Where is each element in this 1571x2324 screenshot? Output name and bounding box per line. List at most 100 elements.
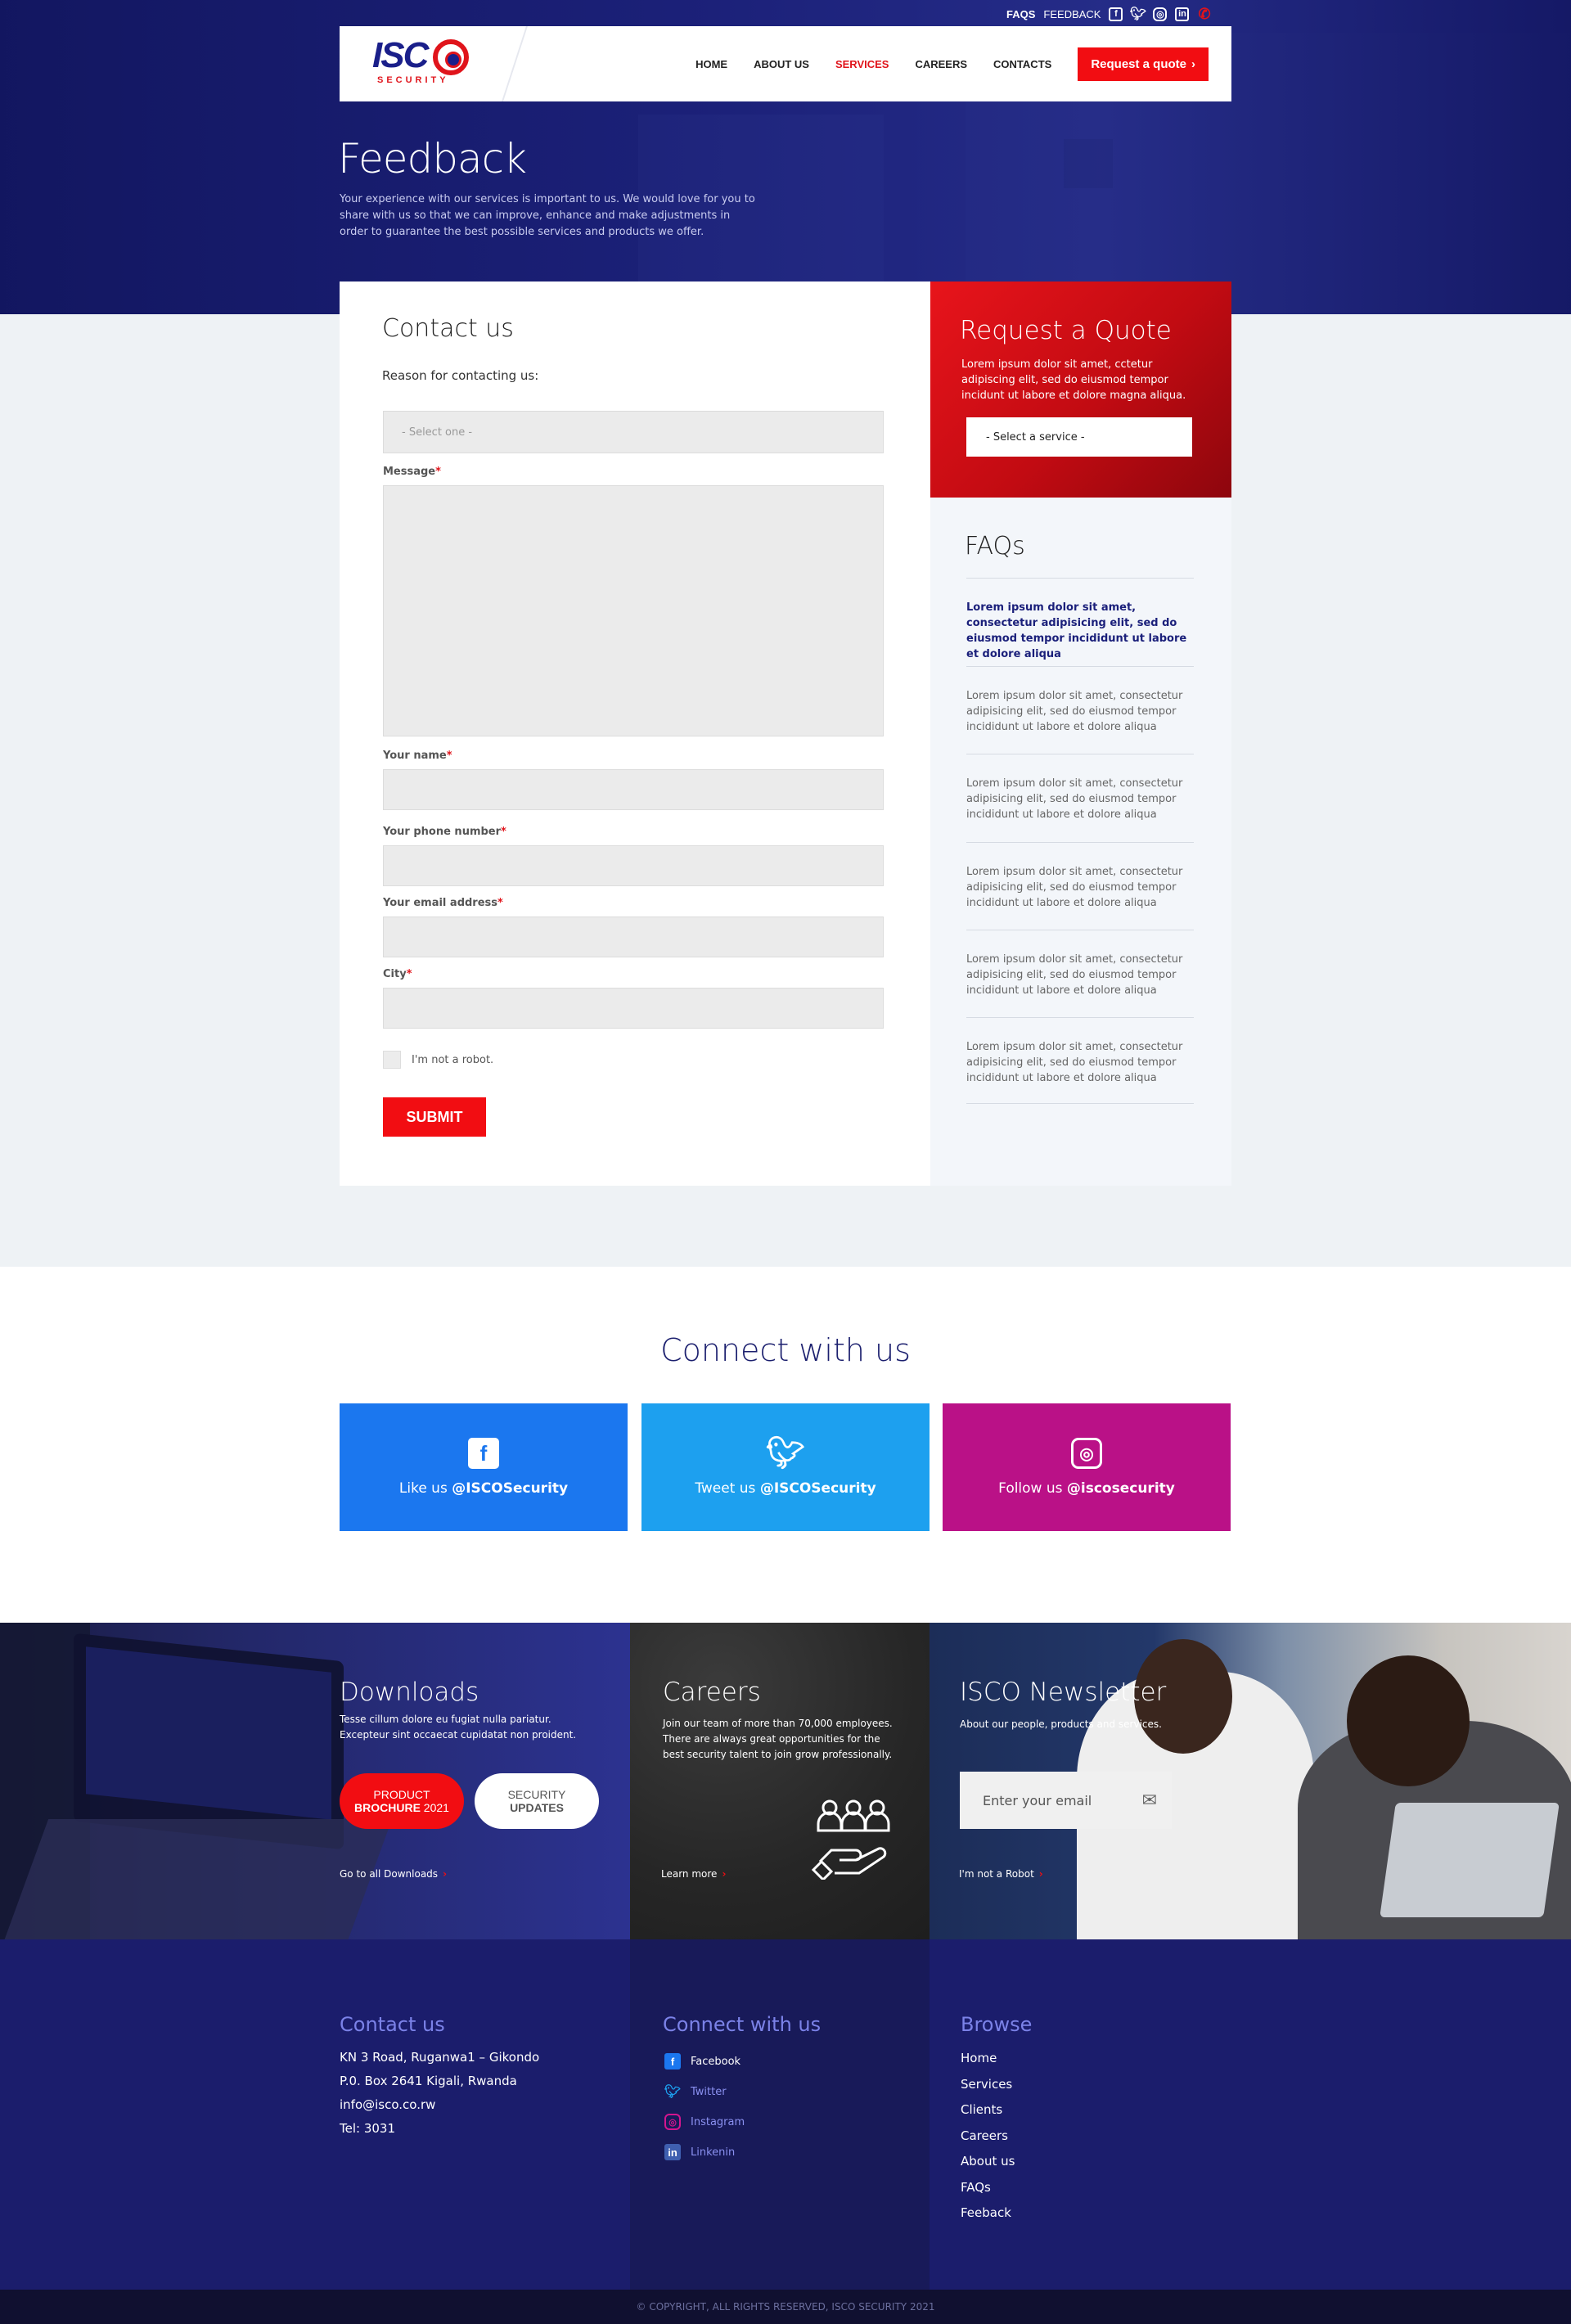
photo-laptop-shape bbox=[1380, 1803, 1560, 1917]
name-input[interactable] bbox=[383, 769, 884, 810]
footer-link-feedback[interactable]: Feeback bbox=[961, 2200, 1015, 2227]
footer-email[interactable]: info@isco.co.rw bbox=[340, 2093, 539, 2117]
footer-instagram-link[interactable]: ◎ Instagram bbox=[664, 2114, 745, 2130]
security-updates-button[interactable]: SECURITY UPDATES bbox=[475, 1773, 599, 1829]
careers-learn-more-link[interactable]: Learn more › bbox=[661, 1868, 726, 1880]
copyright-bar: © COPYRIGHT, ALL RIGHTS RESERVED, ISCO S… bbox=[0, 2290, 1571, 2324]
envelope-icon[interactable]: ✉ bbox=[1142, 1790, 1157, 1811]
downloads-text: Tesse cillum dolore eu fugiat nulla pari… bbox=[340, 1714, 577, 1741]
nav-careers[interactable]: CAREERS bbox=[915, 58, 967, 70]
email-input[interactable] bbox=[383, 917, 884, 957]
faq-divider bbox=[966, 1103, 1194, 1104]
newsletter-robot-link[interactable]: I'm not a Robot › bbox=[959, 1868, 1043, 1880]
footer-link-faqs[interactable]: FAQs bbox=[961, 2175, 1015, 2201]
nav-about-us[interactable]: ABOUT US bbox=[754, 58, 809, 70]
top-utility-bar: FAQs FEEDBACK f 🐦︎ ◎ in ✆ bbox=[1006, 5, 1211, 23]
city-label: City* bbox=[383, 968, 412, 980]
link-label: Learn more bbox=[661, 1868, 718, 1880]
submit-button[interactable]: SUBMIT bbox=[383, 1097, 486, 1137]
quote-title: Request a Quote bbox=[960, 316, 1172, 345]
site-footer: Contact us KN 3 Road, Ruganwa1 – Gikondo… bbox=[0, 1939, 1571, 2290]
faq-item[interactable]: Lorem ipsum dolor sit amet, consectetur … bbox=[966, 842, 1194, 911]
footer-browse-links: Home Services Clients Careers About us F… bbox=[961, 2046, 1015, 2227]
feedback-link[interactable]: FEEDBACK bbox=[1043, 8, 1101, 20]
connect-title: Connect with us bbox=[660, 1332, 911, 1368]
newsletter-email-input[interactable]: Enter your email ✉ bbox=[960, 1772, 1172, 1829]
photo-person-head bbox=[1347, 1655, 1470, 1786]
service-select[interactable]: - Select a service - bbox=[966, 417, 1192, 457]
footer-twitter-link[interactable]: 🐦︎ Twitter bbox=[664, 2083, 727, 2100]
product-brochure-button[interactable]: PRODUCT BROCHURE 2021 bbox=[340, 1773, 464, 1829]
pill-label: SECURITY bbox=[507, 1788, 566, 1801]
footer-link-home[interactable]: Home bbox=[961, 2046, 1015, 2072]
message-textarea[interactable] bbox=[383, 485, 884, 736]
nav-contacts[interactable]: CONTACTS bbox=[993, 58, 1051, 70]
connect-section: Connect with us f Like us @ISCOSecurity … bbox=[0, 1267, 1571, 1623]
city-input[interactable] bbox=[383, 988, 884, 1029]
page-title: Feedback bbox=[338, 135, 527, 182]
footer-linkedin-link[interactable]: in Linkenin bbox=[664, 2144, 735, 2160]
footer-link-services[interactable]: Services bbox=[961, 2072, 1015, 2098]
footer-facebook-link[interactable]: f Facebook bbox=[664, 2053, 740, 2070]
footer-contact-lines: KN 3 Road, Ruganwa1 – Gikondo P.0. Box 2… bbox=[340, 2046, 539, 2141]
email-placeholder: Enter your email bbox=[983, 1792, 1092, 1808]
form-title: Contact us bbox=[382, 314, 514, 343]
faq-item[interactable]: Lorem ipsum dolor sit amet, consectetur … bbox=[966, 754, 1194, 822]
email-label: Your email address* bbox=[383, 897, 503, 909]
link-label: I'm not a Robot bbox=[959, 1868, 1034, 1880]
footer-address: KN 3 Road, Ruganwa1 – Gikondo bbox=[340, 2050, 540, 2065]
footer-link-careers[interactable]: Careers bbox=[961, 2124, 1015, 2150]
newsletter-title: ISCO Newsletter bbox=[960, 1678, 1167, 1707]
pill-label: UPDATES bbox=[510, 1801, 564, 1814]
main-nav: HOME ABOUT US SERVICES CAREERS CONTACTS … bbox=[695, 26, 1209, 101]
name-label: Your name* bbox=[383, 750, 452, 762]
facebook-icon: f bbox=[664, 2053, 681, 2070]
message-label: Message* bbox=[383, 466, 441, 478]
nav-services[interactable]: SERVICES bbox=[835, 58, 889, 70]
downloads-title: Downloads bbox=[340, 1678, 479, 1707]
faq-item[interactable]: Lorem ipsum dolor sit amet, consectetur … bbox=[966, 930, 1194, 998]
all-downloads-link[interactable]: Go to all Downloads › bbox=[340, 1868, 447, 1880]
contact-form-card: Contact us Reason for contacting us: - S… bbox=[340, 281, 931, 1186]
link-label: Go to all Downloads bbox=[340, 1868, 439, 1880]
footer-link-about[interactable]: About us bbox=[961, 2149, 1015, 2175]
logo-target-mark bbox=[433, 39, 469, 75]
faq-item[interactable]: Lorem ipsum dolor sit amet, consectetur … bbox=[966, 1017, 1194, 1086]
careers-block bbox=[630, 1623, 930, 1939]
footer-po-box: P.0. Box 2641 Kigali, Rwanda bbox=[340, 2074, 517, 2088]
request-quote-button[interactable]: Request a quote › bbox=[1078, 47, 1209, 81]
instagram-card-text: Follow us @iscosecurity bbox=[998, 1480, 1175, 1497]
phone-icon[interactable]: ✆ bbox=[1197, 6, 1211, 22]
robot-label: I'm not a robot. bbox=[412, 1054, 494, 1066]
robot-checkbox[interactable] bbox=[383, 1051, 401, 1069]
logo-subtitle: SECURITY bbox=[377, 75, 449, 85]
twitter-icon[interactable]: 🐦︎ bbox=[1130, 7, 1146, 21]
isco-logo[interactable]: ISC SECURITY bbox=[372, 38, 479, 90]
reason-select[interactable]: - Select one - bbox=[383, 411, 884, 453]
footer-link-clients[interactable]: Clients bbox=[961, 2097, 1015, 2124]
photo-keyboard-shape bbox=[0, 1819, 393, 1939]
careers-title: Careers bbox=[663, 1678, 761, 1707]
instagram-card[interactable]: ◎ Follow us @iscosecurity bbox=[943, 1403, 1231, 1531]
pill-label: PRODUCT bbox=[373, 1788, 430, 1801]
linkedin-icon[interactable]: in bbox=[1175, 7, 1190, 21]
facebook-card[interactable]: f Like us @ISCOSecurity bbox=[340, 1403, 628, 1531]
instagram-icon[interactable]: ◎ bbox=[1153, 7, 1168, 21]
nav-home[interactable]: HOME bbox=[695, 58, 727, 70]
footer-contact-title: Contact us bbox=[340, 2013, 445, 2036]
footer-phone: Tel: 3031 bbox=[340, 2121, 396, 2136]
phone-input[interactable] bbox=[383, 845, 884, 886]
chevron-right-icon: › bbox=[722, 1868, 727, 1880]
twitter-card[interactable]: 🐦︎ Tweet us @ISCOSecurity bbox=[641, 1403, 930, 1531]
facebook-icon[interactable]: f bbox=[1109, 7, 1123, 21]
faq-item[interactable]: Lorem ipsum dolor sit amet, consectetur … bbox=[966, 666, 1194, 735]
twitter-card-text: Tweet us @ISCOSecurity bbox=[695, 1480, 876, 1497]
header-navbar: ISC SECURITY HOME ABOUT US SERVICES CARE… bbox=[340, 26, 1231, 101]
faqs-link[interactable]: FAQs bbox=[1006, 8, 1035, 20]
page-intro: Your experience with our services is imp… bbox=[340, 193, 755, 238]
instagram-icon: ◎ bbox=[1071, 1438, 1102, 1469]
faq-item[interactable]: Lorem ipsum dolor sit amet, consectetur … bbox=[966, 578, 1194, 662]
instagram-icon: ◎ bbox=[664, 2114, 681, 2130]
chevron-right-icon: › bbox=[1191, 56, 1195, 71]
chevron-right-icon: › bbox=[1038, 1868, 1043, 1880]
